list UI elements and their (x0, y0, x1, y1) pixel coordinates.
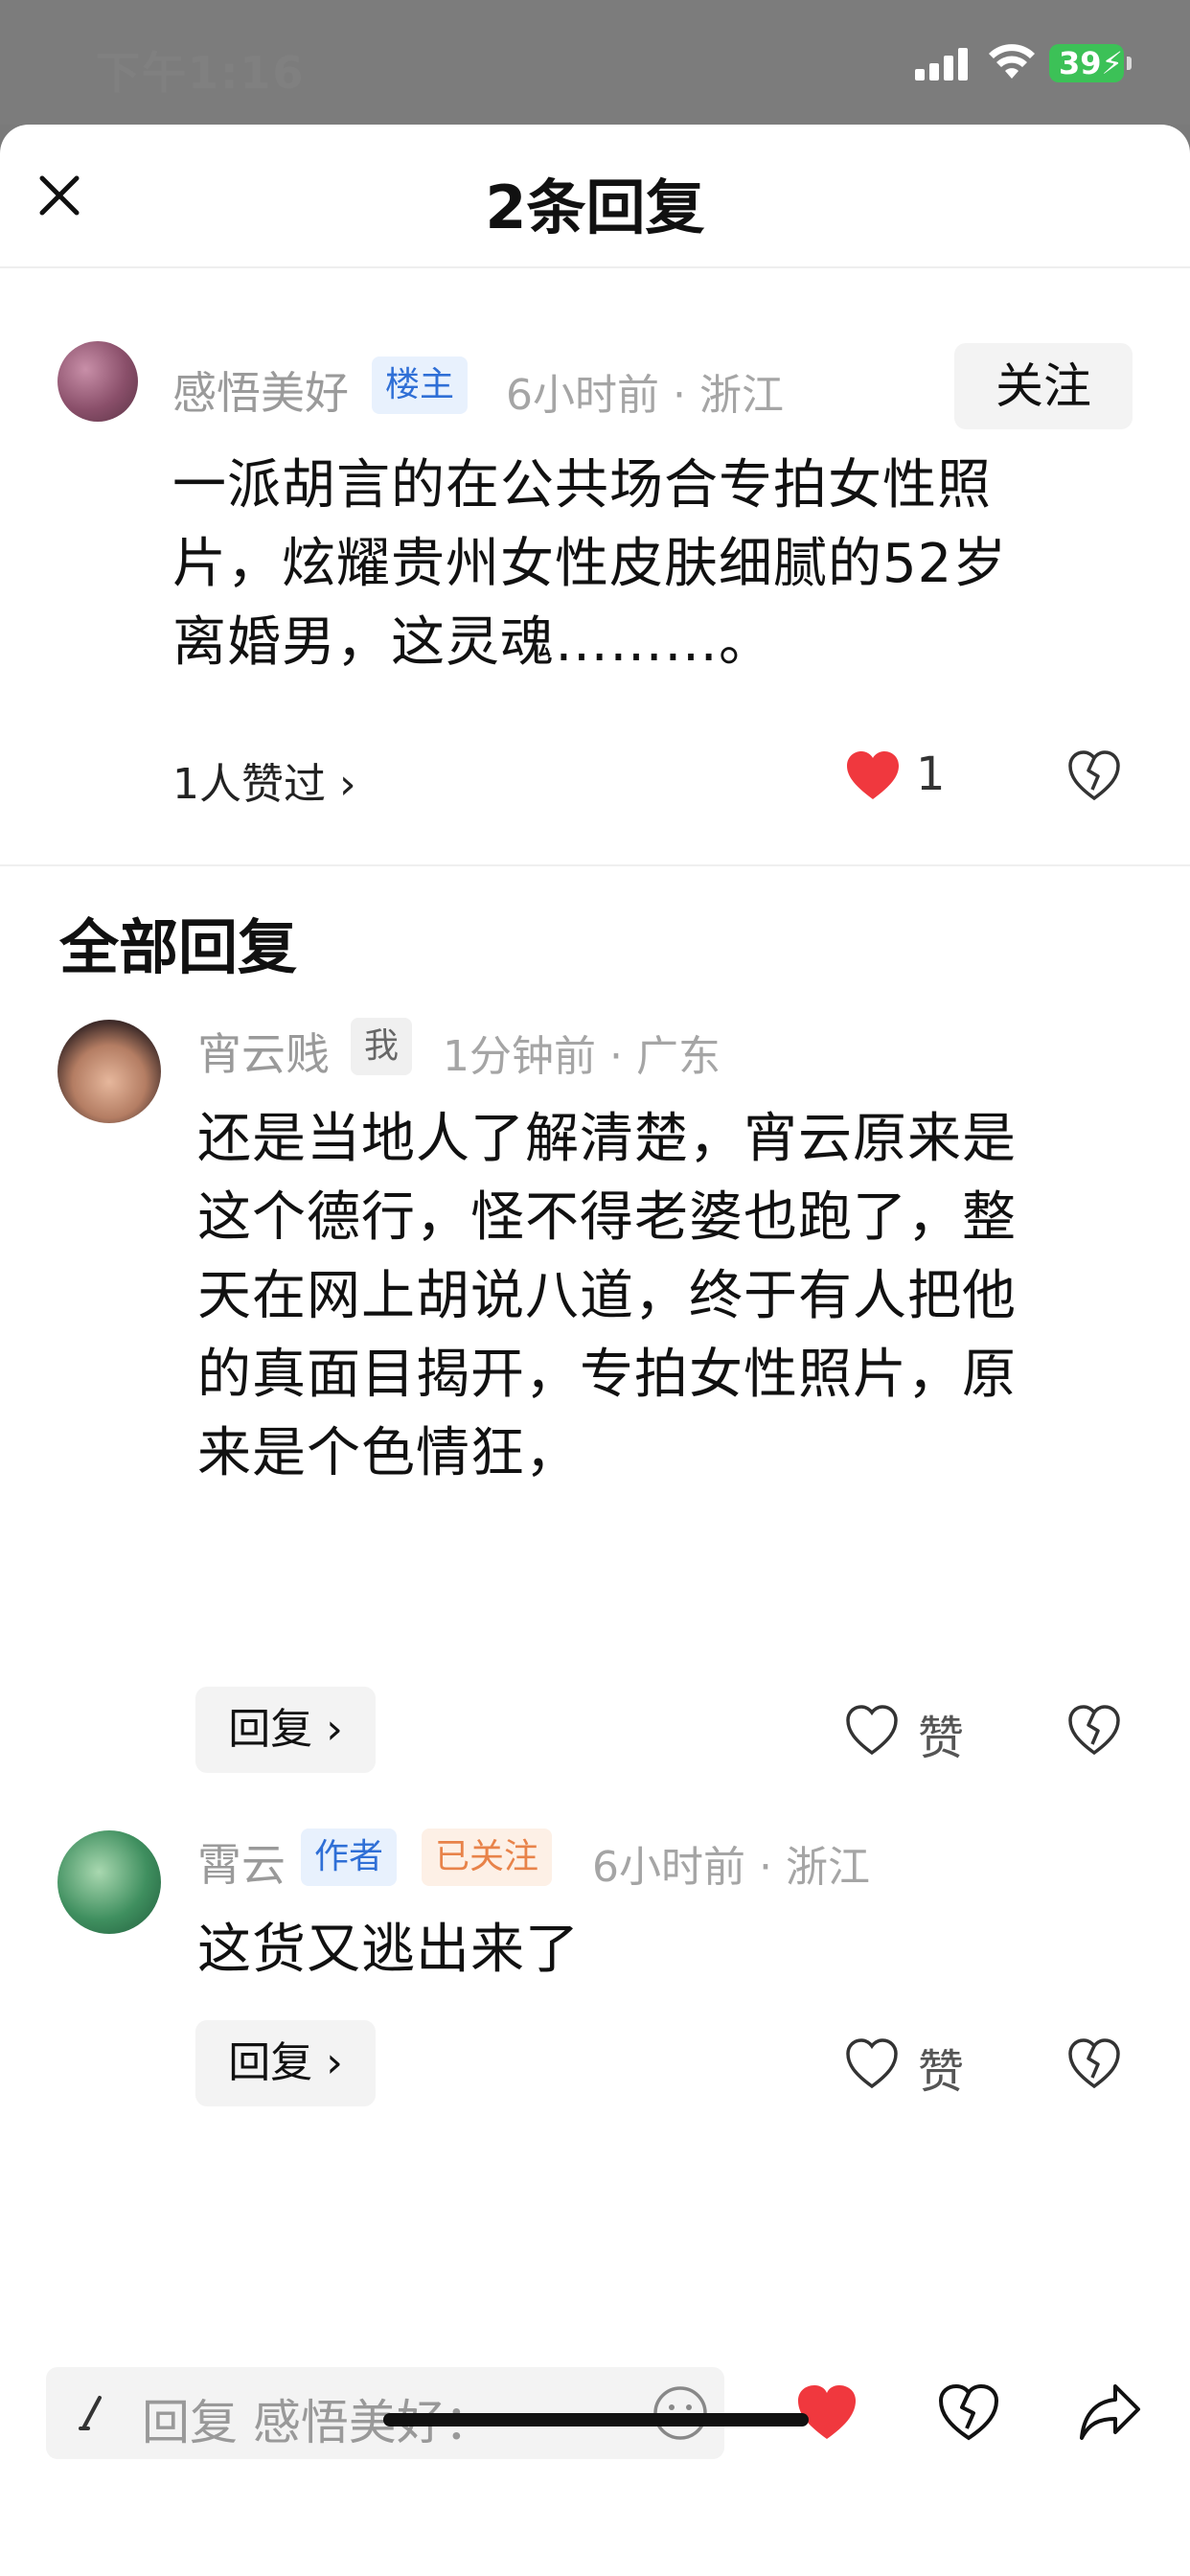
avatar[interactable] (57, 1020, 161, 1123)
text-line: 这货又逃出来了 (197, 1919, 580, 1981)
status-time: 下午1:16 (96, 47, 306, 99)
heart-filled-icon[interactable] (845, 749, 901, 801)
likers-link[interactable]: 1人赞过 › (172, 749, 356, 811)
sheet-header: 2条回复 (0, 125, 1190, 268)
reply-button[interactable]: 回复 › (195, 1687, 376, 1773)
reply-text: 还是当地人了解清楚，宵云原来是 这个德行，怪不得老婆也跑了，整 天在网上胡说八道… (197, 1100, 1146, 1493)
reply-meta: 1分钟前 · 广东 (443, 1032, 721, 1081)
author-badge: 作者 (301, 1828, 398, 1886)
text-line: 离婚男，这灵魂………。 (172, 611, 773, 674)
page-title: 2条回复 (485, 172, 705, 242)
text-line: 一派胡言的在公共场合专拍女性照 (172, 454, 992, 517)
like-count: 1 (916, 748, 946, 801)
avatar[interactable] (57, 1830, 161, 1934)
text-line: 的真面目揭开，专拍女性照片，原 (197, 1344, 1017, 1406)
text-line: 还是当地人了解清楚，宵云原来是 (197, 1108, 1017, 1170)
reply-text: 这货又逃出来了 (197, 1911, 1146, 1990)
followed-badge: 已关注 (422, 1828, 553, 1886)
comment-text: 一派胡言的在公共场合专拍女性照 片，炫耀贵州女性皮肤细腻的52岁 离婚男，这灵魂… (172, 447, 1140, 682)
dislike-icon[interactable] (1067, 2037, 1121, 2089)
like-label[interactable]: 赞 (918, 2034, 964, 2101)
heart-filled-icon[interactable] (795, 2382, 858, 2442)
battery-icon: 39⚡ (1049, 44, 1132, 82)
comment-meta: 6小时前 · 浙江 (506, 371, 784, 420)
reply-button[interactable]: 回复 › (195, 2020, 376, 2106)
text-line: 片，炫耀贵州女性皮肤细腻的52岁 (172, 533, 1008, 595)
text-line: 来是个色情狂， (197, 1422, 580, 1484)
reply-username[interactable]: 霄云 (197, 1830, 286, 1894)
wifi-icon (989, 44, 1035, 79)
reply-button-label: 回复 (228, 2038, 313, 2087)
dislike-icon[interactable] (1067, 749, 1121, 801)
status-bar: 下午1:16 39⚡ (0, 0, 1190, 125)
battery-level: 39 (1059, 45, 1102, 81)
text-line: 天在网上胡说八道，终于有人把他 (197, 1265, 1017, 1327)
like-label[interactable]: 赞 (918, 1700, 964, 1767)
avatar[interactable] (57, 341, 138, 422)
section-title: 全部回复 (59, 912, 298, 982)
op-badge: 楼主 (372, 356, 469, 414)
pen-icon (79, 2396, 102, 2430)
reply-button-label: 回复 (228, 1705, 313, 1754)
reply-username[interactable]: 宵云贱 (197, 1020, 330, 1083)
share-icon[interactable] (1077, 2380, 1144, 2444)
divider (0, 864, 1190, 866)
cellular-signal-icon (915, 48, 969, 80)
dislike-icon[interactable] (1067, 1704, 1121, 1756)
reply-meta: 6小时前 · 浙江 (592, 1843, 870, 1892)
comment-username[interactable]: 感悟美好 (172, 358, 349, 422)
replies-sheet: 2条回复 感悟美好 楼主 6小时前 · 浙江 关注 一派胡言的在公共场合专拍女性… (0, 125, 1190, 2576)
text-line: 这个德行，怪不得老婆也跑了，整 (197, 1186, 1017, 1249)
me-badge: 我 (351, 1018, 413, 1075)
dislike-icon[interactable] (937, 2382, 1000, 2442)
follow-button[interactable]: 关注 (954, 343, 1133, 429)
home-indicator (383, 2413, 809, 2426)
like-icon[interactable] (845, 2037, 899, 2089)
like-icon[interactable] (845, 1704, 899, 1756)
